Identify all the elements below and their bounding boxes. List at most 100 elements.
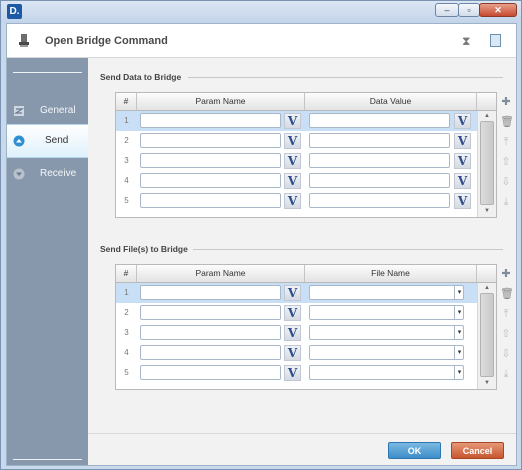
column-header-file-name[interactable]: File Name — [305, 265, 477, 282]
delete-row-icon[interactable]: 🗑 — [500, 288, 514, 300]
scroll-down-arrow-icon[interactable]: ▼ — [478, 206, 496, 216]
scroll-thumb[interactable] — [480, 121, 494, 205]
move-bottom-icon[interactable]: ⤓ — [500, 196, 512, 208]
param-name-input[interactable] — [140, 305, 281, 320]
chevron-down-icon[interactable]: ▾ — [454, 366, 464, 379]
column-header-param-name[interactable]: Param Name — [137, 93, 305, 110]
value-variable-button[interactable]: V — [454, 153, 471, 169]
param-name-input[interactable] — [140, 193, 281, 208]
scroll-thumb[interactable] — [480, 293, 494, 377]
close-button[interactable]: ✕ — [479, 3, 517, 17]
table-row[interactable]: 2 V V — [116, 131, 478, 151]
table-row[interactable]: 5 V V — [116, 191, 478, 211]
table-row[interactable]: 6 — [116, 383, 478, 389]
file-name-select[interactable] — [309, 345, 464, 360]
param-variable-button[interactable]: V — [284, 173, 301, 189]
minimize-button[interactable]: – — [435, 3, 459, 17]
move-bottom-icon[interactable]: ⤓ — [500, 368, 512, 380]
param-variable-button[interactable]: V — [284, 133, 301, 149]
param-name-input[interactable] — [140, 365, 281, 380]
chevron-down-icon[interactable]: ▾ — [454, 326, 464, 339]
data-value-input[interactable] — [309, 193, 450, 208]
sidebar-item-label: Receive — [40, 168, 77, 179]
move-top-icon[interactable]: ⤒ — [500, 136, 512, 148]
param-name-input[interactable] — [140, 173, 281, 188]
table-row[interactable]: 4 V ▾ — [116, 343, 478, 363]
scroll-down-arrow-icon[interactable]: ▼ — [478, 378, 496, 388]
table-row[interactable]: 6 — [116, 211, 478, 217]
table-row[interactable]: 3 V V — [116, 151, 478, 171]
move-up-icon[interactable]: ⇧ — [500, 328, 512, 340]
hourglass-icon[interactable]: ⧗ — [462, 34, 470, 49]
table-row[interactable]: 3 V ▾ — [116, 323, 478, 343]
table-row[interactable]: 1 V ▾ — [116, 283, 478, 303]
ok-button[interactable]: OK — [388, 442, 441, 459]
sidebar-item-receive[interactable]: Receive — [7, 158, 88, 190]
move-down-icon[interactable]: ⇩ — [500, 176, 512, 188]
column-header-number[interactable]: # — [116, 93, 137, 110]
data-value-input[interactable] — [309, 113, 450, 128]
file-name-select[interactable] — [309, 365, 464, 380]
title-bar[interactable]: D. – ▫ ✕ — [1, 1, 521, 23]
app-logo-icon: D. — [7, 4, 22, 19]
param-variable-button[interactable]: V — [284, 285, 301, 301]
scroll-up-arrow-icon[interactable]: ▲ — [478, 111, 496, 121]
data-value-input[interactable] — [309, 173, 450, 188]
column-header-number[interactable]: # — [116, 265, 137, 282]
move-down-icon[interactable]: ⇩ — [500, 348, 512, 360]
row-number: 4 — [124, 348, 129, 357]
add-row-icon[interactable]: ✚ — [500, 268, 512, 280]
param-name-input[interactable] — [140, 113, 281, 128]
param-name-input[interactable] — [140, 325, 281, 340]
row-number: 3 — [124, 156, 129, 165]
vertical-scrollbar[interactable]: ▲ ▼ — [477, 111, 496, 217]
cancel-button[interactable]: Cancel — [451, 442, 504, 459]
send-data-section-title: Send Data to Bridge — [100, 72, 182, 82]
table-row[interactable]: 5 V ▾ — [116, 363, 478, 383]
scroll-up-arrow-icon[interactable]: ▲ — [478, 283, 496, 293]
value-variable-button[interactable]: V — [454, 173, 471, 189]
chevron-down-icon[interactable]: ▾ — [454, 306, 464, 319]
add-row-icon[interactable]: ✚ — [500, 96, 512, 108]
param-name-input[interactable] — [140, 133, 281, 148]
sidebar-item-send[interactable]: Send — [7, 124, 88, 158]
notes-icon[interactable] — [490, 34, 501, 47]
maximize-button[interactable]: ▫ — [458, 3, 480, 17]
param-variable-button[interactable]: V — [284, 345, 301, 361]
param-name-input[interactable] — [140, 285, 281, 300]
param-variable-button[interactable]: V — [284, 113, 301, 129]
row-number: 2 — [124, 308, 129, 317]
sidebar-item-general[interactable]: General — [7, 95, 88, 127]
dialog-title: Open Bridge Command — [45, 35, 168, 47]
move-top-icon[interactable]: ⤒ — [500, 308, 512, 320]
param-variable-button[interactable]: V — [284, 153, 301, 169]
param-name-input[interactable] — [140, 153, 281, 168]
column-header-param-name[interactable]: Param Name — [137, 265, 305, 282]
data-value-input[interactable] — [309, 153, 450, 168]
send-files-section-title: Send File(s) to Bridge — [100, 244, 188, 254]
data-value-input[interactable] — [309, 133, 450, 148]
general-icon — [14, 106, 24, 116]
table-row[interactable]: 1 V V — [116, 111, 478, 131]
param-variable-button[interactable]: V — [284, 193, 301, 209]
column-header-data-value[interactable]: Data Value — [305, 93, 477, 110]
file-name-select[interactable] — [309, 325, 464, 340]
file-name-select[interactable] — [309, 305, 464, 320]
value-variable-button[interactable]: V — [454, 113, 471, 129]
param-variable-button[interactable]: V — [284, 365, 301, 381]
param-variable-button[interactable]: V — [284, 325, 301, 341]
param-name-input[interactable] — [140, 345, 281, 360]
dialog-footer: OK Cancel — [88, 433, 516, 465]
delete-row-icon[interactable]: 🗑 — [500, 116, 514, 128]
value-variable-button[interactable]: V — [454, 133, 471, 149]
table-row[interactable]: 4 V V — [116, 171, 478, 191]
move-up-icon[interactable]: ⇧ — [500, 156, 512, 168]
value-variable-button[interactable]: V — [454, 193, 471, 209]
vertical-scrollbar[interactable]: ▲ ▼ — [477, 283, 496, 389]
chevron-down-icon[interactable]: ▾ — [454, 346, 464, 359]
param-variable-button[interactable]: V — [284, 305, 301, 321]
chevron-down-icon[interactable]: ▾ — [454, 286, 464, 299]
table-row[interactable]: 2 V ▾ — [116, 303, 478, 323]
file-name-select[interactable] — [309, 285, 464, 300]
receive-icon — [13, 168, 25, 180]
